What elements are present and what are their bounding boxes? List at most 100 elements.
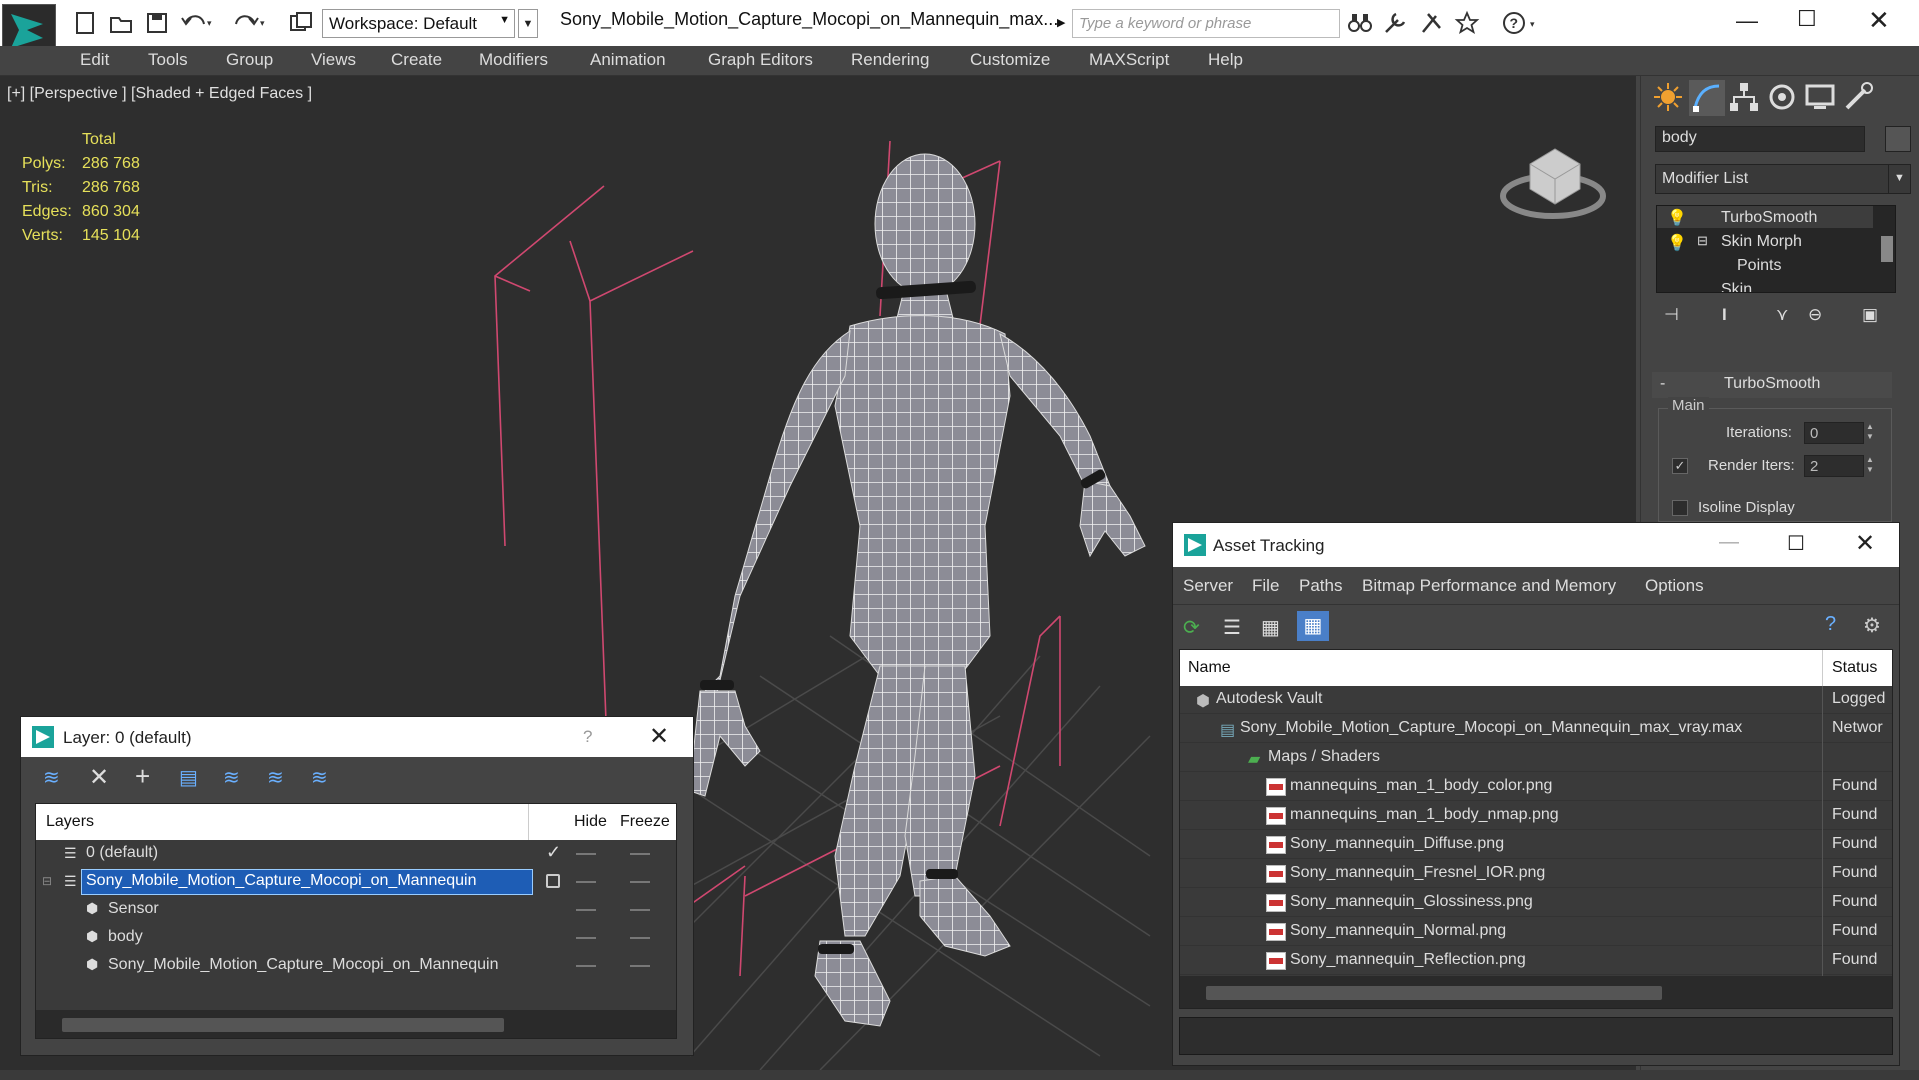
asset-row[interactable]: Sony_mannequin_Diffuse.png Found xyxy=(1180,831,1892,859)
freeze-toggle[interactable] xyxy=(630,881,650,883)
maximize-icon[interactable]: ☐ xyxy=(1797,6,1817,32)
isoline-display-checkbox[interactable] xyxy=(1672,500,1688,516)
spinner-arrows-icon[interactable]: ▲ ▼ xyxy=(1866,422,1874,442)
lightbulb-icon[interactable]: 💡 xyxy=(1667,208,1687,228)
collapse-icon[interactable]: ⊟ xyxy=(1697,233,1708,249)
maximize-icon[interactable]: ☐ xyxy=(1787,531,1805,556)
menu-customize[interactable]: Customize xyxy=(970,50,1050,70)
stack-item-skin[interactable]: Skin xyxy=(1721,281,1752,292)
redo-icon[interactable]: ▾ xyxy=(232,10,265,36)
configure-sets-icon[interactable]: ▣ xyxy=(1862,305,1878,325)
close-icon[interactable]: ✕ xyxy=(649,722,669,751)
col-name[interactable]: Name xyxy=(1188,659,1231,677)
layer-object-row[interactable]: ⬢ Sensor xyxy=(36,896,676,924)
menu-views[interactable]: Views xyxy=(311,50,356,70)
freeze-all-layers-icon[interactable]: ≋ xyxy=(311,765,328,790)
menu-maxscript[interactable]: MAXScript xyxy=(1089,50,1169,70)
asset-row[interactable]: ▤ Sony_Mobile_Motion_Capture_Mocopi_on_Ma… xyxy=(1180,715,1892,743)
make-unique-icon[interactable]: ⋎ xyxy=(1776,305,1788,325)
minimize-icon[interactable]: — xyxy=(1736,8,1758,34)
menu-create[interactable]: Create xyxy=(391,50,442,70)
layer-horizontal-scrollbar[interactable] xyxy=(62,1018,504,1032)
help-icon[interactable]: ? ▾ xyxy=(1502,10,1535,36)
stack-scrollbar[interactable] xyxy=(1881,236,1893,262)
refresh-icon[interactable]: ⟳ xyxy=(1183,615,1200,640)
asset-row[interactable]: Sony_mannequin_Normal.png Found xyxy=(1180,918,1892,946)
project-folder-icon[interactable] xyxy=(288,10,316,36)
show-end-result-icon[interactable]: I xyxy=(1722,305,1727,325)
hide-toggle[interactable] xyxy=(576,909,596,911)
asset-path-field[interactable] xyxy=(1179,1017,1893,1055)
delete-layer-icon[interactable]: ✕ xyxy=(89,763,109,792)
asset-row[interactable]: Sony_mannequin_Reflection.png Found xyxy=(1180,947,1892,975)
select-objects-in-layer-icon[interactable]: ▤ xyxy=(179,765,198,790)
object-name-field[interactable]: body xyxy=(1655,126,1865,152)
close-icon[interactable]: ✕ xyxy=(1868,5,1890,36)
favorites-star-icon[interactable] xyxy=(1454,10,1482,36)
menu-graph-editors[interactable]: Graph Editors xyxy=(708,50,813,70)
stack-item-points[interactable]: Points xyxy=(1737,257,1781,275)
menu-modifiers[interactable]: Modifiers xyxy=(479,50,548,70)
stack-item-skin-morph[interactable]: Skin Morph xyxy=(1721,233,1802,251)
asset-menu-file[interactable]: File xyxy=(1252,576,1279,596)
search-input[interactable]: Type a keyword or phrase xyxy=(1072,9,1340,38)
thumbnail-view-icon[interactable]: ▦ xyxy=(1261,615,1280,640)
motion-tab-icon[interactable] xyxy=(1765,80,1801,116)
render-iters-checkbox[interactable]: ✓ xyxy=(1672,458,1688,474)
rollout-collapse-icon[interactable]: - xyxy=(1660,375,1665,393)
list-view-icon[interactable]: ☰ xyxy=(1223,615,1241,640)
stack-item-turbosmooth[interactable]: TurboSmooth xyxy=(1721,209,1817,227)
minimize-icon[interactable]: — xyxy=(1719,531,1739,554)
hide-toggle[interactable] xyxy=(576,937,596,939)
set-active-layer-icon[interactable] xyxy=(546,874,560,888)
layer-object-row[interactable]: ⬢ Sony_Mobile_Motion_Capture_Mocopi_on_M… xyxy=(36,952,676,980)
layer-row[interactable]: ⊟ ☰ Sony_Mobile_Motion_Capture_Mocopi_on… xyxy=(36,868,676,896)
chevron-down-icon[interactable]: ▼ xyxy=(1888,165,1910,193)
pin-stack-icon[interactable]: ⊣ xyxy=(1664,305,1679,325)
col-freeze[interactable]: Freeze xyxy=(620,813,670,831)
object-color-swatch[interactable] xyxy=(1885,126,1911,152)
modifier-list-dropdown[interactable]: Modifier List ▼ xyxy=(1655,164,1911,194)
menu-rendering[interactable]: Rendering xyxy=(851,50,929,70)
asset-row[interactable]: mannequins_man_1_body_nmap.png Found xyxy=(1180,802,1892,830)
display-tab-icon[interactable] xyxy=(1803,80,1839,116)
menu-edit[interactable]: Edit xyxy=(80,50,109,70)
create-layer-icon[interactable]: ≋ xyxy=(43,765,60,790)
help-settings-icon[interactable]: ⚙ xyxy=(1863,613,1881,638)
binoculars-icon[interactable] xyxy=(1346,10,1374,36)
subscription-tools-icon[interactable] xyxy=(1382,10,1410,36)
title-overflow-icon[interactable]: ▶ xyxy=(1057,16,1065,29)
hide-all-layers-icon[interactable]: ≋ xyxy=(267,765,284,790)
utilities-tab-icon[interactable] xyxy=(1841,80,1877,116)
collapse-icon[interactable]: ⊟ xyxy=(42,874,52,888)
add-to-layer-icon[interactable]: + xyxy=(135,761,150,792)
freeze-toggle[interactable] xyxy=(630,909,650,911)
asset-row[interactable]: Sony_mannequin_Fresnel_IOR.png Found xyxy=(1180,860,1892,888)
asset-horizontal-scrollbar[interactable] xyxy=(1206,986,1662,1000)
hierarchy-tab-icon[interactable] xyxy=(1727,80,1763,116)
undo-icon[interactable]: ▾ xyxy=(180,10,212,36)
asset-row[interactable]: ⬢ Autodesk Vault Logged xyxy=(1180,686,1892,714)
remove-modifier-icon[interactable]: ⊖ xyxy=(1808,305,1822,325)
viewcube-icon[interactable] xyxy=(1500,124,1610,224)
hide-toggle[interactable] xyxy=(576,853,596,855)
create-tab-icon[interactable] xyxy=(1651,80,1687,116)
asset-row[interactable]: ▰ Maps / Shaders xyxy=(1180,744,1892,772)
menu-group[interactable]: Group xyxy=(226,50,273,70)
new-file-icon[interactable] xyxy=(72,10,100,36)
asset-menu-options[interactable]: Options xyxy=(1645,576,1704,596)
modify-tab-icon[interactable] xyxy=(1689,80,1725,116)
freeze-toggle[interactable] xyxy=(630,853,650,855)
menu-animation[interactable]: Animation xyxy=(590,50,666,70)
freeze-toggle[interactable] xyxy=(630,965,650,967)
help-icon[interactable]: ? xyxy=(1825,613,1836,636)
lightbulb-icon[interactable]: 💡 xyxy=(1667,233,1687,253)
asset-menu-paths[interactable]: Paths xyxy=(1299,576,1342,596)
hide-toggle[interactable] xyxy=(576,881,596,883)
communication-center-icon[interactable] xyxy=(1418,10,1446,36)
save-icon[interactable] xyxy=(144,10,172,36)
render-iters-spinner[interactable]: 2 xyxy=(1804,455,1864,477)
col-status[interactable]: Status xyxy=(1832,659,1877,677)
turbosmooth-rollout-header[interactable]: - TurboSmooth xyxy=(1652,372,1892,398)
highlight-selected-layer-icon[interactable]: ≋ xyxy=(223,765,240,790)
